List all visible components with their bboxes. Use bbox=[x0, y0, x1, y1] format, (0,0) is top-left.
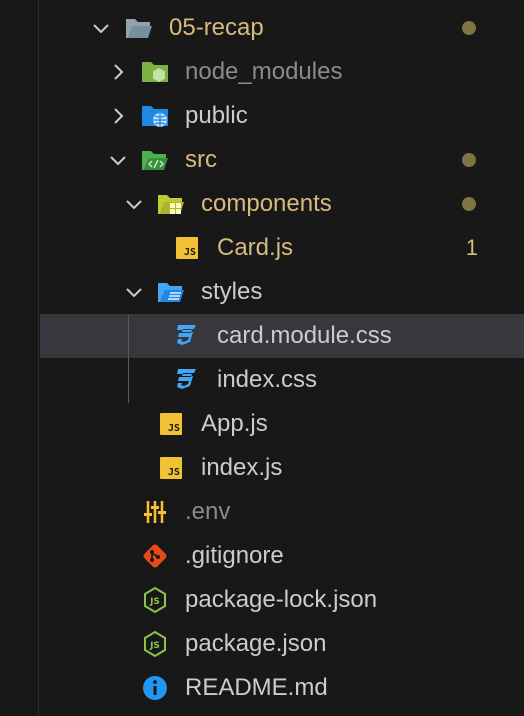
modified-dot bbox=[462, 153, 476, 167]
js-icon: JS bbox=[156, 409, 186, 439]
js-icon: JS bbox=[156, 453, 186, 483]
modified-dot bbox=[462, 197, 476, 211]
public-folder-icon bbox=[140, 101, 170, 131]
tree-item-src[interactable]: src bbox=[40, 138, 524, 182]
styles-folder-icon bbox=[156, 277, 186, 307]
tree-item-label: Card.js bbox=[217, 234, 294, 261]
indent-guide bbox=[128, 315, 129, 403]
tree-item-label: package-lock.json bbox=[185, 586, 378, 613]
tree-item-gitignore[interactable]: .gitignore bbox=[40, 534, 524, 578]
tree-item-label: .gitignore bbox=[185, 542, 284, 569]
tree-item-label: App.js bbox=[201, 410, 268, 437]
tree-item-public[interactable]: public bbox=[40, 94, 524, 138]
tree-item-index-css[interactable]: index.css bbox=[40, 358, 524, 402]
nodejs-icon: JS bbox=[140, 629, 170, 659]
tree-item-label: package.json bbox=[185, 630, 327, 657]
tree-item-package-lock-json[interactable]: JS package-lock.json bbox=[40, 578, 524, 622]
settings-sliders-icon bbox=[140, 497, 170, 527]
tree-item-label: .env bbox=[185, 498, 231, 525]
node-folder-icon bbox=[140, 57, 170, 87]
git-icon bbox=[140, 541, 170, 571]
tree-item-styles[interactable]: styles bbox=[40, 270, 524, 314]
tree-item-label: src bbox=[185, 146, 217, 173]
tree-item-label: components bbox=[201, 190, 332, 217]
info-icon bbox=[140, 673, 170, 703]
sidebar-edge bbox=[38, 0, 39, 716]
problem-count-badge: 1 bbox=[465, 235, 478, 260]
tree-item-readme-md[interactable]: README.md bbox=[40, 666, 524, 710]
tree-item-label: node_modules bbox=[185, 58, 343, 85]
css-icon bbox=[172, 365, 202, 395]
tree-item-app-js[interactable]: JS App.js bbox=[40, 402, 524, 446]
tree-item-label: card.module.css bbox=[217, 322, 392, 349]
svg-text:JS: JS bbox=[149, 597, 160, 607]
tree-item-05-recap[interactable]: 05-recap bbox=[40, 6, 524, 50]
tree-item-label: index.css bbox=[217, 366, 318, 393]
src-folder-icon bbox=[140, 145, 170, 175]
tree-item-components[interactable]: components bbox=[40, 182, 524, 226]
tree-item-card-js[interactable]: JS Card.js 1 bbox=[40, 226, 524, 270]
tree-item-node-modules[interactable]: node_modules bbox=[40, 50, 524, 94]
tree-item-label: index.js bbox=[201, 454, 283, 481]
modified-dot bbox=[462, 21, 476, 35]
folder-open-icon bbox=[124, 13, 154, 43]
tree-item-label: styles bbox=[201, 278, 263, 305]
tree-item-package-json[interactable]: JS package.json bbox=[40, 622, 524, 666]
css-icon bbox=[172, 321, 202, 351]
js-icon: JS bbox=[172, 233, 202, 263]
chevron-right-icon bbox=[106, 60, 130, 84]
tree-item-label: README.md bbox=[185, 674, 328, 701]
tree-item-env[interactable]: .env bbox=[40, 490, 524, 534]
chevron-down-icon bbox=[122, 192, 146, 216]
chevron-down-icon bbox=[89, 16, 113, 40]
tree-item-label: 05-recap bbox=[169, 14, 264, 41]
tree-item-index-js[interactable]: JS index.js bbox=[40, 446, 524, 490]
svg-text:JS: JS bbox=[149, 641, 160, 651]
chevron-down-icon bbox=[106, 148, 130, 172]
chevron-down-icon bbox=[122, 280, 146, 304]
tree-item-card-module-css[interactable]: card.module.css bbox=[40, 314, 524, 358]
chevron-right-icon bbox=[106, 104, 130, 128]
components-folder-icon bbox=[156, 189, 186, 219]
nodejs-icon: JS bbox=[140, 585, 170, 615]
tree-item-label: public bbox=[185, 102, 248, 129]
